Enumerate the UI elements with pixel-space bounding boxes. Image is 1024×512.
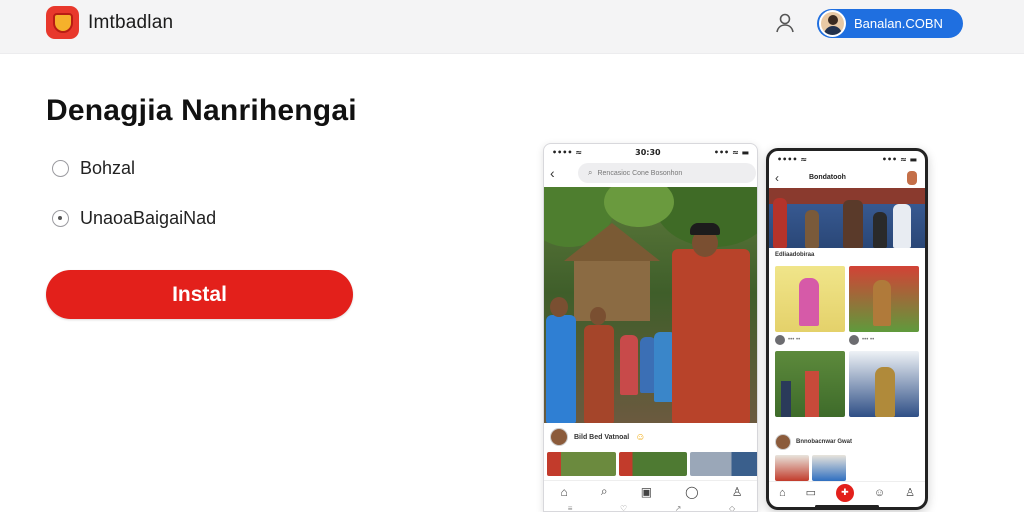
grid-icon[interactable]: ▣ xyxy=(641,485,652,499)
phone-mockup-feed: •••• ≈ 30:30 ••• ≈ ▬ ‹ ⌕ Rencasioc Cone … xyxy=(543,143,758,512)
avatar[interactable] xyxy=(907,171,917,185)
status-battery: ••• ≈ ▬ xyxy=(713,147,749,157)
search-placeholder: Rencasioc Cone Bosonhon xyxy=(597,169,683,177)
status-signal: •••• ≈ xyxy=(777,154,807,164)
home-icon[interactable]: ⌂ xyxy=(779,487,786,499)
install-button[interactable]: Instal xyxy=(46,270,353,319)
home-indicator xyxy=(815,505,879,507)
bottom-nav: ⌂ ▭ ✚ ☺ ♙ xyxy=(769,481,925,503)
status-battery: ••• ≈ ▬ xyxy=(881,154,917,164)
card-meta: ••• •• xyxy=(775,335,800,345)
option-1[interactable]: Bohzal xyxy=(52,158,135,179)
option-label: Bohzal xyxy=(80,158,136,178)
author-row: Bnnobacnwar Gwat xyxy=(775,434,852,450)
thumbnail-strip xyxy=(775,455,846,481)
search-icon: ⌕ xyxy=(588,168,593,177)
thumbnail[interactable] xyxy=(775,455,809,481)
top-bar: Imtbadlan Banalan.COBN xyxy=(0,0,1024,54)
radio-button-selected[interactable] xyxy=(52,210,69,227)
profile-icon[interactable]: ♙ xyxy=(732,485,743,499)
smile-icon: ☺ xyxy=(635,431,646,443)
share-icon[interactable]: ↗ xyxy=(675,504,682,511)
card-meta-text: ••• •• xyxy=(788,337,801,343)
status-time: 30:30 xyxy=(635,147,661,157)
bag-icon[interactable]: ▭ xyxy=(806,486,816,499)
person-outline-icon[interactable] xyxy=(773,11,797,35)
heart-icon[interactable]: ♡ xyxy=(620,504,627,511)
status-signal: •••• ≈ xyxy=(552,147,582,157)
thumbnail[interactable] xyxy=(547,452,616,476)
bottom-nav: ⌂ ⌕ ▣ ◯ ♙ xyxy=(544,480,757,502)
gallery-title: Bondatooh xyxy=(809,174,846,181)
tag-icon[interactable]: ◇ xyxy=(729,504,735,511)
caption-text: Bild Bed Vatnoal xyxy=(574,433,630,441)
profile-icon[interactable]: ♙ xyxy=(905,486,915,499)
avatar xyxy=(849,335,859,345)
brand-name[interactable]: Imtbadlan xyxy=(88,12,173,34)
search-icon[interactable]: ⌕ xyxy=(601,484,608,499)
status-bar: •••• ≈ 30:30 ••• ≈ ▬ xyxy=(544,144,757,160)
banner-photo[interactable] xyxy=(769,188,925,248)
status-bar: •••• ≈ ••• ≈ ▬ xyxy=(769,151,925,167)
bottom-nav-secondary: ≡ ♡ ↗ ◇ xyxy=(544,504,757,511)
radio-button[interactable] xyxy=(52,160,69,177)
thumbnail[interactable] xyxy=(690,452,757,476)
search-input[interactable]: ⌕ Rencasioc Cone Bosonhon xyxy=(578,163,756,183)
section-label: Edliaadobiraa xyxy=(775,252,815,258)
back-icon[interactable]: ‹ xyxy=(775,171,779,185)
option-2[interactable]: UnaoaBaigaiNad xyxy=(52,208,216,229)
back-icon[interactable]: ‹ xyxy=(550,165,555,181)
thumbnail[interactable] xyxy=(812,455,846,481)
gallery-card[interactable] xyxy=(849,266,919,332)
option-label: UnaoaBaigaiNad xyxy=(80,208,217,228)
card-meta-text: ••• •• xyxy=(862,337,875,343)
post-caption: Bild Bed Vatnoal ☺ xyxy=(544,423,757,451)
feed-photo[interactable] xyxy=(544,187,757,423)
gallery-card[interactable] xyxy=(775,266,845,332)
thumbnail-strip xyxy=(547,452,757,478)
search-bar: ‹ ⌕ Rencasioc Cone Bosonhon xyxy=(544,160,757,186)
smile-icon[interactable]: ☺ xyxy=(874,487,885,499)
message-icon[interactable]: ◯ xyxy=(685,485,698,499)
account-label: Banalan.COBN xyxy=(854,16,943,31)
avatar xyxy=(775,335,785,345)
menu-icon[interactable]: ≡ xyxy=(568,504,573,511)
account-button[interactable]: Banalan.COBN xyxy=(817,9,963,38)
shield-logo-icon[interactable] xyxy=(46,6,79,39)
thumbnail[interactable] xyxy=(618,452,688,476)
avatar[interactable] xyxy=(550,428,568,446)
page-title: Denagjia Nanrihengai xyxy=(46,94,357,127)
home-icon[interactable]: ⌂ xyxy=(561,485,568,499)
add-icon[interactable]: ✚ xyxy=(835,483,854,502)
gallery-card[interactable] xyxy=(775,351,845,417)
card-meta: ••• •• xyxy=(849,335,874,345)
avatar[interactable] xyxy=(775,434,791,450)
gallery-card[interactable] xyxy=(849,351,919,417)
avatar xyxy=(819,10,846,37)
author-name: Bnnobacnwar Gwat xyxy=(796,439,853,445)
phone-mockup-gallery: •••• ≈ ••• ≈ ▬ ‹ Bondatooh Edliaadobiraa… xyxy=(766,148,928,510)
